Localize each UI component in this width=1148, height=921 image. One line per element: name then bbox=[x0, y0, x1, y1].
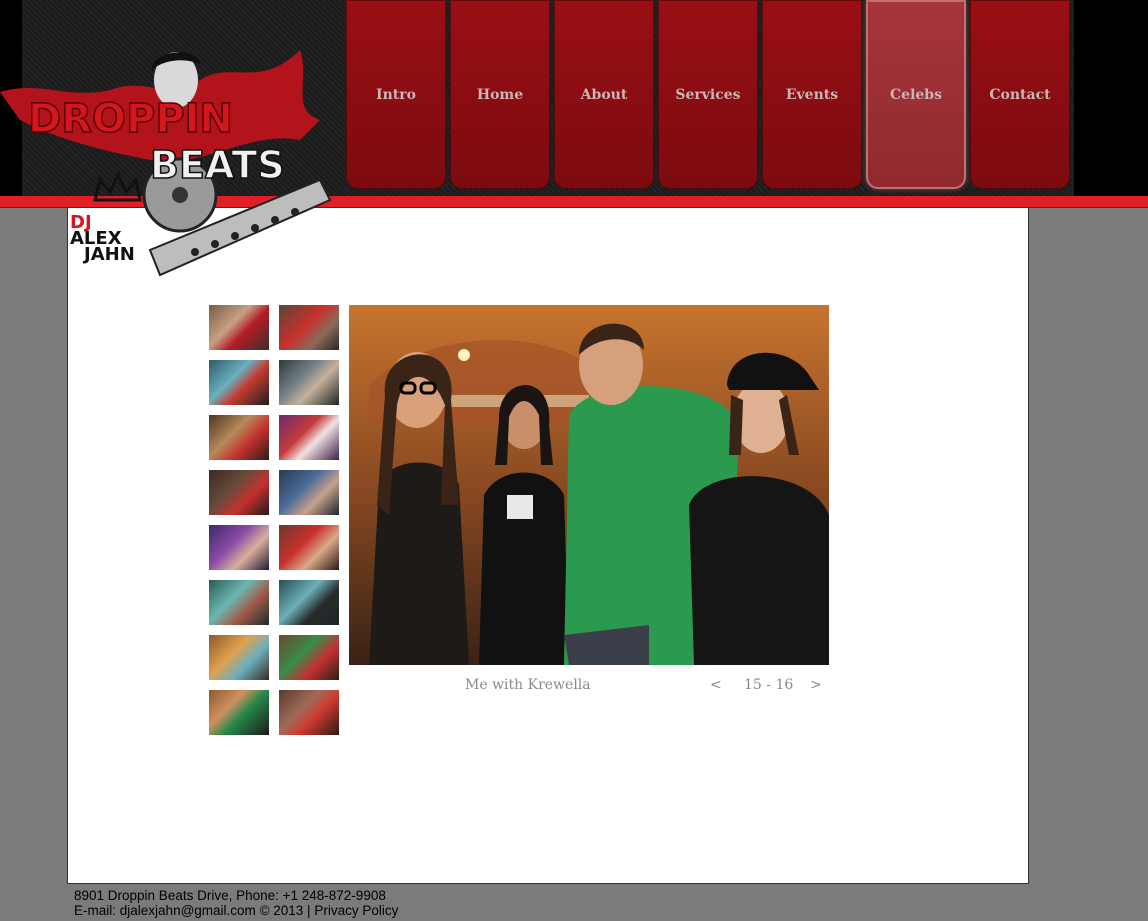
nav-services[interactable]: Services bbox=[658, 0, 758, 189]
content-panel: Me with Krewella < 15 - 16 > bbox=[67, 207, 1029, 884]
next-button[interactable]: > bbox=[810, 677, 822, 693]
main-nav: Intro Home About Services Events Celebs … bbox=[346, 0, 1074, 190]
thumbnail[interactable] bbox=[279, 305, 339, 350]
footer-email-prefix: E-mail: bbox=[74, 903, 117, 918]
gallery-counter: 15 - 16 bbox=[744, 677, 794, 693]
thumbnail[interactable] bbox=[209, 635, 269, 680]
footer-contact-line: E-mail: djalexjahn@gmail.com © 2013 | Pr… bbox=[74, 903, 398, 918]
previous-button[interactable]: < bbox=[710, 677, 722, 693]
photo-caption: Me with Krewella bbox=[465, 677, 591, 693]
privacy-policy-link[interactable]: Privacy Policy bbox=[314, 903, 398, 918]
footer-address: 8901 Droppin Beats Drive, Phone: +1 248-… bbox=[74, 888, 386, 903]
shirt-eagle-print bbox=[507, 495, 533, 519]
thumbnail[interactable] bbox=[209, 470, 269, 515]
nav-celebs[interactable]: Celebs bbox=[866, 0, 966, 189]
thumbnail[interactable] bbox=[279, 470, 339, 515]
nav-contact[interactable]: Contact bbox=[970, 0, 1070, 189]
logo-beats-text: BEATS bbox=[150, 143, 285, 187]
nav-events[interactable]: Events bbox=[762, 0, 862, 189]
nav-home[interactable]: Home bbox=[450, 0, 550, 189]
thumbnail[interactable] bbox=[279, 360, 339, 405]
thumbnail[interactable] bbox=[279, 525, 339, 570]
droppin-beats-logo[interactable]: DROPPIN BEATS DJ ALEX JAHN bbox=[0, 20, 345, 282]
thumbnail[interactable] bbox=[209, 580, 269, 625]
footer-copyright: © 2013 | bbox=[259, 903, 311, 918]
crown-icon bbox=[93, 171, 142, 202]
lamp-light bbox=[458, 349, 470, 361]
thumbnail[interactable] bbox=[279, 690, 339, 735]
thumbnail[interactable] bbox=[209, 690, 269, 735]
logo-jahn-text: JAHN bbox=[82, 244, 135, 265]
main-photo[interactable] bbox=[349, 305, 829, 665]
thumbnail[interactable] bbox=[279, 415, 339, 460]
thumbnail[interactable] bbox=[279, 580, 339, 625]
thumbnail[interactable] bbox=[279, 635, 339, 680]
thumbnail[interactable] bbox=[209, 415, 269, 460]
footer-email-link[interactable]: djalexjahn@gmail.com bbox=[120, 903, 256, 918]
thumbnail[interactable] bbox=[209, 525, 269, 570]
thumbnail[interactable] bbox=[209, 305, 269, 350]
thumbnail[interactable] bbox=[209, 360, 269, 405]
nav-intro[interactable]: Intro bbox=[346, 0, 446, 189]
person-4-black-shirt bbox=[689, 476, 829, 665]
turntable-center bbox=[172, 187, 188, 203]
site-footer: 8901 Droppin Beats Drive, Phone: +1 248-… bbox=[74, 888, 398, 918]
nav-about[interactable]: About bbox=[554, 0, 654, 189]
logo-droppin-text: DROPPIN bbox=[28, 96, 233, 142]
